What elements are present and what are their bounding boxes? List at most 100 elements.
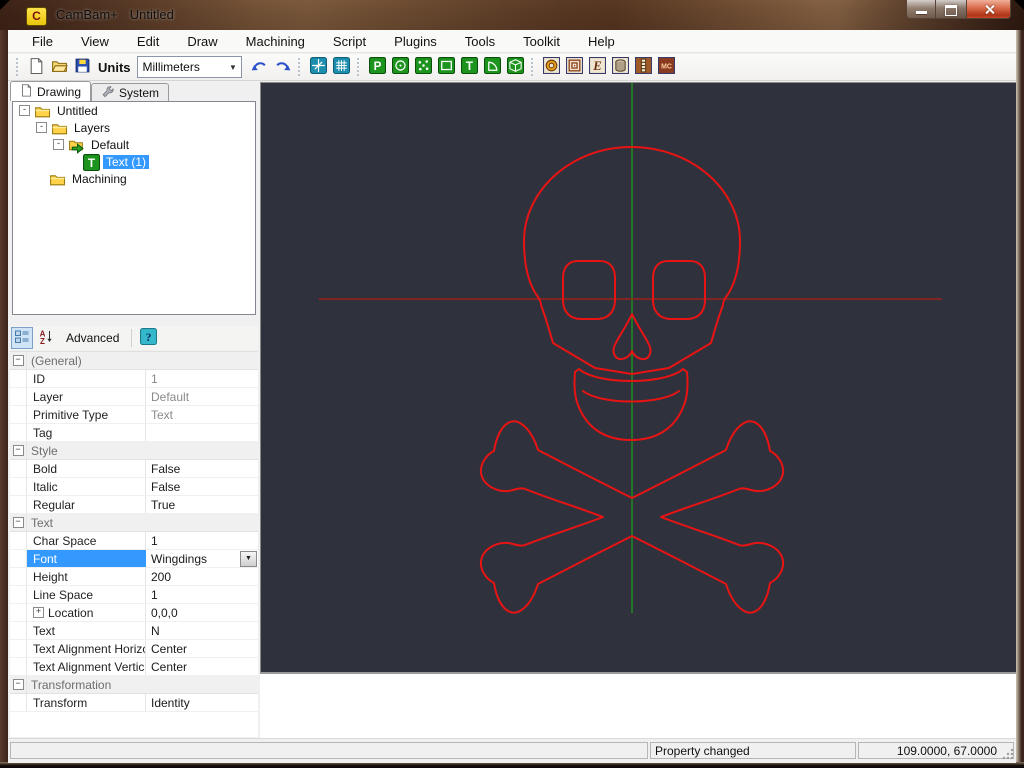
property-label: Text Alignment Vertical bbox=[27, 658, 146, 675]
property-row-transform[interactable]: TransformIdentity bbox=[10, 694, 258, 712]
property-row-location[interactable]: +Location0,0,0 bbox=[10, 604, 258, 622]
draw-polyline-icon: P bbox=[369, 57, 386, 77]
property-value[interactable]: 1 bbox=[146, 532, 258, 549]
redo-button[interactable] bbox=[272, 57, 293, 78]
property-section-general[interactable]: −(General) bbox=[10, 352, 258, 370]
property-row-height[interactable]: Height200 bbox=[10, 568, 258, 586]
property-value[interactable]: 1 bbox=[146, 586, 258, 603]
menu-tools[interactable]: Tools bbox=[451, 32, 509, 51]
section-collapse-box[interactable]: − bbox=[10, 514, 27, 531]
expand-collapse-box[interactable]: - bbox=[19, 105, 30, 116]
mop-profile-button[interactable] bbox=[633, 57, 654, 78]
expand-collapse-box[interactable]: - bbox=[53, 139, 64, 150]
new-file-button[interactable] bbox=[26, 57, 47, 78]
close-button[interactable] bbox=[966, 0, 1011, 19]
alphabetical-view-button[interactable]: AZ bbox=[35, 327, 57, 349]
property-label: Bold bbox=[27, 460, 146, 477]
tab-drawing[interactable]: Drawing bbox=[10, 81, 91, 101]
advanced-toggle[interactable]: Advanced bbox=[66, 331, 119, 345]
property-value[interactable]: Center bbox=[146, 658, 258, 675]
section-collapse-box[interactable]: − bbox=[10, 676, 27, 693]
menu-draw[interactable]: Draw bbox=[173, 32, 231, 51]
property-value[interactable]: False bbox=[146, 478, 258, 495]
save-button[interactable] bbox=[72, 57, 93, 78]
draw-surface-button[interactable] bbox=[505, 57, 526, 78]
property-value[interactable]: Wingdings▼ bbox=[146, 550, 258, 567]
property-value[interactable]: False bbox=[146, 460, 258, 477]
menu-plugins[interactable]: Plugins bbox=[380, 32, 451, 51]
menu-toolkit[interactable]: Toolkit bbox=[509, 32, 574, 51]
units-select[interactable]: Millimeters▼ bbox=[137, 56, 242, 78]
property-row-font[interactable]: FontWingdings▼ bbox=[10, 550, 258, 568]
property-row-regular[interactable]: RegularTrue bbox=[10, 496, 258, 514]
tree-item-default[interactable]: -Default bbox=[13, 136, 255, 153]
property-row-text[interactable]: TextN bbox=[10, 622, 258, 640]
draw-text-button[interactable]: T bbox=[459, 57, 480, 78]
property-grid[interactable]: −(General)ID1LayerDefaultPrimitive TypeT… bbox=[10, 351, 258, 737]
property-value[interactable]: N bbox=[146, 622, 258, 639]
axes-toggle-button[interactable] bbox=[308, 57, 329, 78]
property-value[interactable]: 0,0,0 bbox=[146, 604, 258, 621]
property-value[interactable] bbox=[146, 424, 258, 441]
property-value[interactable]: True bbox=[146, 496, 258, 513]
mop-part-button[interactable]: MC bbox=[656, 57, 677, 78]
property-row-text-alignment-horizontal[interactable]: Text Alignment HorizontalCenter bbox=[10, 640, 258, 658]
menu-help[interactable]: Help bbox=[574, 32, 629, 51]
undo-button[interactable] bbox=[249, 57, 270, 78]
property-value[interactable]: Center bbox=[146, 640, 258, 657]
drawing-canvas[interactable] bbox=[260, 82, 1016, 672]
menu-machining[interactable]: Machining bbox=[232, 32, 319, 51]
property-value[interactable]: Identity bbox=[146, 694, 258, 711]
drawing-tree[interactable]: -Untitled-Layers-DefaultTText (1)Machini… bbox=[12, 101, 256, 315]
expand-collapse-box[interactable]: - bbox=[36, 122, 47, 133]
mop-drill-button[interactable] bbox=[541, 57, 562, 78]
minimize-button[interactable] bbox=[906, 0, 936, 19]
draw-text-icon: T bbox=[461, 57, 478, 77]
section-collapse-box[interactable]: − bbox=[10, 442, 27, 459]
draw-rectangle-button[interactable] bbox=[436, 57, 457, 78]
property-row-text-alignment-vertical[interactable]: Text Alignment VerticalCenter bbox=[10, 658, 258, 676]
open-file-button[interactable] bbox=[49, 57, 70, 78]
tab-system[interactable]: System bbox=[91, 83, 169, 101]
mop-lathe-button[interactable] bbox=[610, 57, 631, 78]
coordinates-text: 109.0000, 67.0000 bbox=[897, 744, 997, 758]
draw-polyline-button[interactable]: P bbox=[367, 57, 388, 78]
tree-item-machining[interactable]: Machining bbox=[13, 170, 255, 187]
mop-pocket-button[interactable] bbox=[564, 57, 585, 78]
section-collapse-box[interactable]: − bbox=[10, 352, 27, 369]
property-value[interactable]: 1 bbox=[146, 370, 258, 387]
property-row-bold[interactable]: BoldFalse bbox=[10, 460, 258, 478]
property-section-style[interactable]: −Style bbox=[10, 442, 258, 460]
categorized-view-button[interactable] bbox=[11, 327, 33, 349]
maximize-button[interactable] bbox=[936, 0, 966, 19]
draw-circle-button[interactable] bbox=[390, 57, 411, 78]
titlebar[interactable]: C CamBam+Untitled bbox=[0, 0, 1024, 30]
property-row-layer[interactable]: LayerDefault bbox=[10, 388, 258, 406]
property-row-char-space[interactable]: Char Space1 bbox=[10, 532, 258, 550]
draw-arc-button[interactable] bbox=[482, 57, 503, 78]
property-value[interactable]: Text bbox=[146, 406, 258, 423]
draw-point-list-button[interactable] bbox=[413, 57, 434, 78]
menu-file[interactable]: File bbox=[18, 32, 67, 51]
menu-edit[interactable]: Edit bbox=[123, 32, 173, 51]
tree-item-text-1-[interactable]: TText (1) bbox=[13, 153, 255, 170]
font-dropdown-button[interactable]: ▼ bbox=[240, 551, 257, 567]
menu-script[interactable]: Script bbox=[319, 32, 380, 51]
grid-toggle-button[interactable] bbox=[331, 57, 352, 78]
property-row-id[interactable]: ID1 bbox=[10, 370, 258, 388]
expand-box[interactable]: + bbox=[33, 607, 44, 618]
menu-view[interactable]: View bbox=[67, 32, 123, 51]
property-value[interactable]: Default bbox=[146, 388, 258, 405]
property-section-transformation[interactable]: −Transformation bbox=[10, 676, 258, 694]
mop-engrave-button[interactable]: E bbox=[587, 57, 608, 78]
property-row-italic[interactable]: ItalicFalse bbox=[10, 478, 258, 496]
property-row-primitive-type[interactable]: Primitive TypeText bbox=[10, 406, 258, 424]
property-value[interactable]: 200 bbox=[146, 568, 258, 585]
help-button[interactable]: ? bbox=[137, 327, 159, 349]
tree-item-untitled[interactable]: -Untitled bbox=[13, 102, 255, 119]
property-row-line-space[interactable]: Line Space1 bbox=[10, 586, 258, 604]
resize-grip[interactable] bbox=[1002, 748, 1014, 760]
property-row-tag[interactable]: Tag bbox=[10, 424, 258, 442]
property-section-text[interactable]: −Text bbox=[10, 514, 258, 532]
tree-item-layers[interactable]: -Layers bbox=[13, 119, 255, 136]
